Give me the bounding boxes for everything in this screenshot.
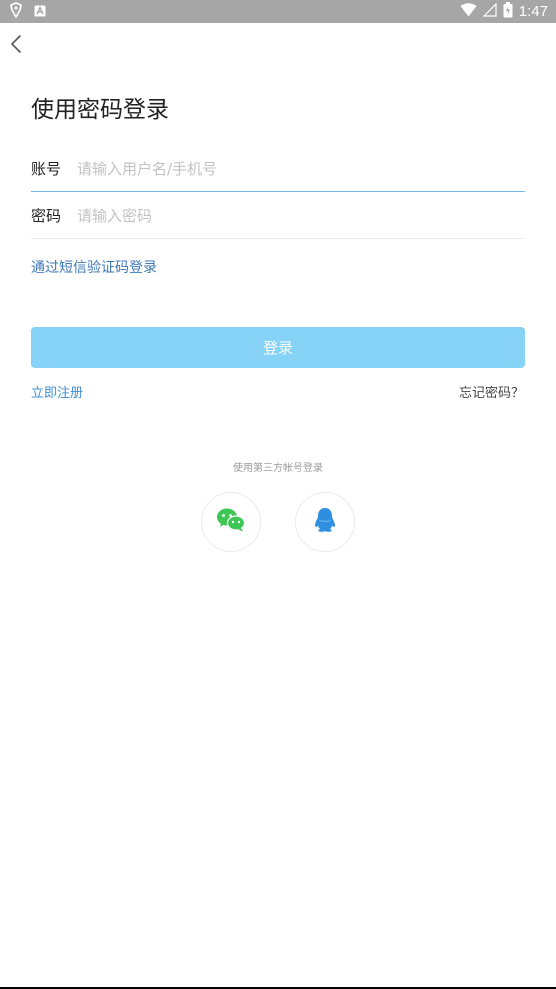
status-left	[8, 1, 46, 22]
password-input[interactable]	[77, 206, 525, 225]
password-label: 密码	[31, 207, 62, 225]
third-party-login-label: 使用第三方帐号登录	[233, 463, 323, 474]
forgot-password-link[interactable]: 忘记密码？	[459, 382, 524, 401]
signal-icon	[482, 2, 497, 21]
login-button[interactable]: 登录	[31, 327, 525, 368]
back-button[interactable]	[4, 32, 28, 60]
wechat-icon	[216, 507, 246, 537]
battery-icon	[503, 1, 513, 22]
wifi-icon	[460, 2, 477, 21]
qq-login-button[interactable]	[295, 492, 355, 552]
status-bar: 1:47	[0, 0, 556, 23]
android-notification-icon	[34, 2, 46, 21]
password-field: 密码	[31, 193, 525, 239]
status-time: 1:47	[518, 3, 548, 20]
register-link[interactable]: 立即注册	[31, 382, 83, 401]
account-label: 账号	[31, 160, 62, 178]
account-field: 账号	[31, 146, 525, 192]
status-right: 1:47	[460, 1, 548, 22]
chevron-left-icon	[10, 34, 22, 58]
wechat-login-button[interactable]	[201, 492, 261, 552]
app-notification-icon	[8, 1, 24, 22]
account-input[interactable]	[77, 159, 525, 178]
qq-icon	[313, 507, 337, 537]
sms-login-link[interactable]: 通过短信验证码登录	[31, 257, 157, 277]
page-title: 使用密码登录	[31, 97, 169, 123]
